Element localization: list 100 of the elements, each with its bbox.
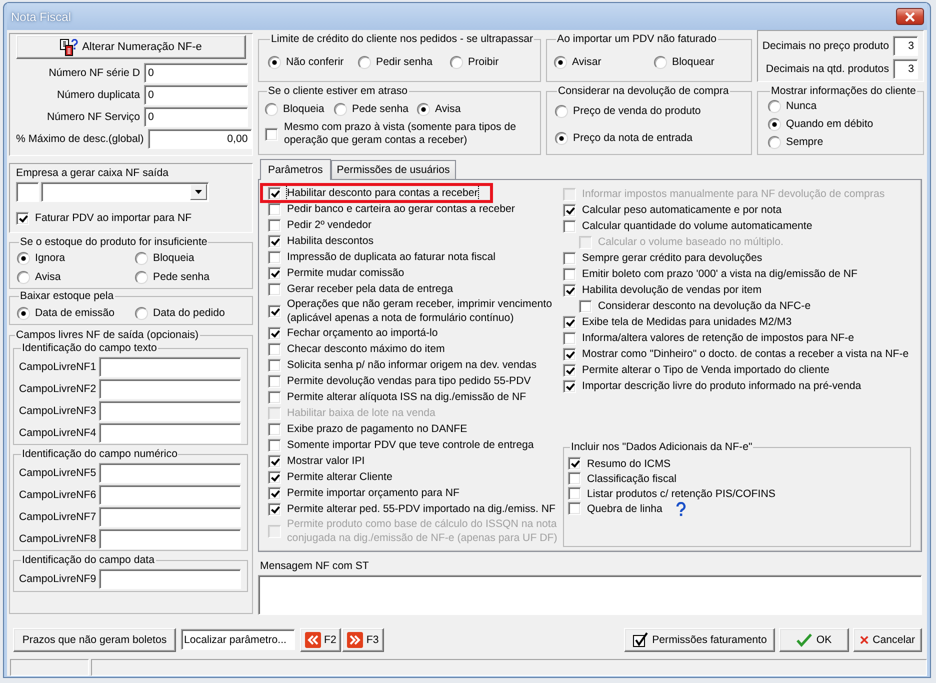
text-field[interactable] bbox=[99, 401, 241, 421]
checkbox[interactable] bbox=[268, 304, 281, 318]
checkbox[interactable] bbox=[16, 212, 29, 224]
checkbox[interactable] bbox=[268, 342, 281, 356]
permissions-button[interactable]: Permissões faturamento bbox=[624, 628, 775, 652]
radio-label: Não conferir bbox=[286, 56, 344, 68]
renumber-button[interactable]: Alterar Numeração NF-e bbox=[16, 35, 246, 59]
checkbox[interactable] bbox=[563, 348, 576, 360]
checkbox[interactable] bbox=[268, 282, 281, 296]
checkbox[interactable] bbox=[563, 284, 576, 296]
checkbox[interactable] bbox=[268, 438, 281, 452]
radio-label: Avisar bbox=[572, 56, 602, 68]
checkbox[interactable] bbox=[568, 487, 581, 500]
checkbox[interactable] bbox=[265, 128, 278, 140]
close-button[interactable] bbox=[896, 8, 924, 25]
radio-button[interactable] bbox=[768, 136, 781, 148]
radio-button[interactable] bbox=[135, 306, 148, 320]
text-field[interactable] bbox=[99, 507, 241, 527]
radio-button[interactable] bbox=[17, 252, 30, 264]
text-field[interactable] bbox=[99, 463, 241, 483]
ok-button[interactable]: OK bbox=[779, 628, 849, 652]
radio-button[interactable] bbox=[17, 306, 30, 320]
checkbox[interactable] bbox=[268, 186, 281, 200]
checkbox[interactable] bbox=[268, 218, 281, 232]
dropdown-button[interactable] bbox=[190, 184, 207, 200]
tab[interactable]: Parâmetros bbox=[260, 159, 331, 180]
radio-button[interactable] bbox=[135, 270, 148, 284]
radio-button[interactable] bbox=[768, 100, 781, 112]
checkbox-label: Mesmo com prazo à vista (somente para tipos de operação que geram contas a receber) bbox=[284, 121, 517, 147]
checkbox[interactable] bbox=[268, 470, 281, 484]
window-title: Nota Fiscal bbox=[10, 10, 72, 24]
next-button[interactable]: F3 bbox=[342, 628, 384, 652]
radio-button[interactable] bbox=[334, 102, 347, 116]
checkbox-label: Pedir banco e carteira ao gerar contas a receber bbox=[287, 202, 515, 216]
text-field[interactable] bbox=[99, 569, 241, 589]
checkbox-label: Habilita descontos bbox=[287, 234, 374, 248]
checkbox[interactable] bbox=[563, 204, 576, 216]
checkbox[interactable] bbox=[268, 374, 281, 388]
checkbox[interactable] bbox=[268, 486, 281, 500]
radio-button[interactable] bbox=[768, 118, 781, 130]
terms-button[interactable]: Prazos que não geram boletos bbox=[13, 628, 176, 652]
radio-button[interactable] bbox=[555, 104, 568, 118]
checkbox-label: Informa/altera valores de retenção de impostos para NF-e bbox=[582, 331, 854, 345]
checkbox[interactable] bbox=[563, 332, 576, 344]
radio-button[interactable] bbox=[417, 102, 430, 116]
checkbox[interactable] bbox=[568, 502, 581, 515]
checkbox[interactable] bbox=[268, 358, 281, 372]
checkbox[interactable] bbox=[268, 454, 281, 468]
checkbox[interactable] bbox=[563, 364, 576, 376]
checkbox[interactable] bbox=[268, 422, 281, 436]
radio-button[interactable] bbox=[268, 56, 281, 68]
checkbox[interactable] bbox=[268, 250, 281, 264]
text-field[interactable] bbox=[99, 357, 241, 377]
code-field[interactable] bbox=[16, 182, 39, 202]
number-field[interactable]: 0,00 bbox=[148, 129, 252, 149]
radio-label: Quando em débito bbox=[786, 118, 874, 130]
checkbox[interactable] bbox=[579, 300, 592, 312]
checkbox[interactable] bbox=[563, 380, 576, 392]
radio-label: Pede senha bbox=[352, 103, 409, 115]
checkbox[interactable] bbox=[268, 326, 281, 340]
field-label: Número duplicata bbox=[56, 89, 140, 101]
checkbox[interactable] bbox=[563, 316, 576, 328]
radio-button[interactable] bbox=[265, 102, 278, 116]
checkbox[interactable] bbox=[268, 202, 281, 216]
radio-button[interactable] bbox=[135, 252, 148, 264]
text-field[interactable] bbox=[99, 485, 241, 505]
checkbox-label: Resumo do ICMS bbox=[587, 456, 671, 470]
company-dropdown[interactable] bbox=[41, 182, 209, 202]
number-field[interactable]: 0 bbox=[144, 107, 248, 127]
radio-button[interactable] bbox=[17, 270, 30, 284]
radio-button[interactable] bbox=[358, 56, 371, 68]
checkbox-label: Permite alterar ped. 55-PDV importado na dig./emiss. NF bbox=[287, 502, 556, 516]
checkbox[interactable] bbox=[568, 457, 581, 470]
checkbox[interactable] bbox=[563, 252, 576, 264]
number-field[interactable]: 3 bbox=[893, 59, 918, 79]
checkbox-label: Somente importar PDV que teve controle de entrega bbox=[287, 438, 534, 452]
checkbox[interactable] bbox=[563, 220, 576, 232]
checkbox-label: Exibe prazo de pagamento no DANFE bbox=[287, 422, 468, 436]
number-field[interactable]: 0 bbox=[144, 63, 248, 83]
tab[interactable]: Permissões de usuários bbox=[330, 160, 456, 179]
radio-button[interactable] bbox=[654, 56, 667, 68]
text-field[interactable] bbox=[99, 423, 241, 443]
checkbox[interactable] bbox=[268, 234, 281, 248]
text-field[interactable] bbox=[99, 379, 241, 399]
radio-button[interactable] bbox=[554, 56, 567, 68]
previous-button[interactable]: F2 bbox=[300, 628, 342, 652]
checkbox[interactable] bbox=[268, 390, 281, 404]
radio-button[interactable] bbox=[555, 132, 568, 144]
number-field[interactable]: 0 bbox=[144, 85, 248, 105]
checkbox[interactable] bbox=[568, 472, 581, 485]
cancel-button[interactable]: Cancelar bbox=[853, 628, 922, 652]
message-field[interactable] bbox=[258, 575, 922, 615]
number-field[interactable]: 3 bbox=[893, 36, 918, 56]
text-field[interactable] bbox=[99, 529, 241, 549]
radio-button[interactable] bbox=[450, 56, 463, 68]
field-label: CampoLivreNF6 bbox=[19, 489, 98, 501]
checkbox[interactable] bbox=[563, 268, 576, 280]
search-field[interactable]: Localizar parâmetro... bbox=[181, 629, 295, 650]
checkbox[interactable] bbox=[268, 502, 281, 516]
checkbox[interactable] bbox=[268, 266, 281, 280]
